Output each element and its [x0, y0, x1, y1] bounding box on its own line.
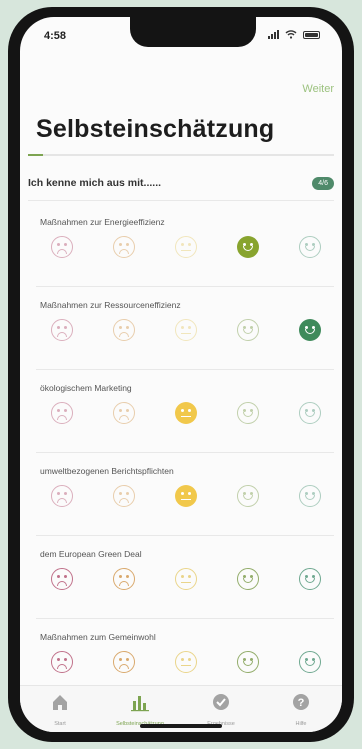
rating-very-bad-icon[interactable] — [51, 402, 73, 424]
rating-row — [28, 568, 334, 598]
svg-text:?: ? — [298, 697, 305, 709]
divider — [36, 535, 334, 536]
question-label: ökologischem Marketing — [40, 383, 132, 393]
rating-row — [28, 319, 334, 349]
rating-good-icon[interactable] — [237, 319, 259, 341]
rating-very-good-icon[interactable] — [299, 485, 321, 507]
rating-neutral-icon[interactable] — [175, 319, 197, 341]
progress-bar — [28, 154, 334, 156]
rating-neutral-icon[interactable] — [175, 485, 197, 507]
question-label: dem European Green Deal — [40, 549, 142, 559]
rating-very-good-icon[interactable] — [299, 402, 321, 424]
rating-good-icon[interactable] — [237, 236, 259, 258]
divider — [36, 618, 334, 619]
home-icon — [53, 695, 67, 710]
status-time: 4:58 — [44, 30, 67, 42]
rating-very-good-icon[interactable] — [299, 236, 321, 258]
rating-neutral-icon[interactable] — [175, 651, 197, 673]
rating-bad-icon[interactable] — [113, 319, 135, 341]
divider — [28, 200, 334, 201]
tab-hilfe[interactable]: ? Hilfe — [261, 692, 341, 727]
rating-good-icon[interactable] — [237, 651, 259, 673]
question-item: umweltbezogenen Berichtspflichten — [28, 466, 334, 550]
rating-good-icon[interactable] — [237, 568, 259, 590]
rating-bad-icon[interactable] — [113, 568, 135, 590]
tab-ergebnisse[interactable]: Ergebnisse — [181, 692, 261, 727]
question-label: Maßnahmen zur Ressourceneffizienz — [40, 300, 181, 310]
question-item: Maßnahmen zur Energieeffizienz — [28, 217, 334, 301]
bar-chart-icon — [131, 696, 149, 712]
page-title: Selbsteinschätzung — [36, 115, 275, 143]
divider — [36, 452, 334, 453]
battery-icon — [303, 30, 320, 39]
rating-neutral-icon[interactable] — [175, 236, 197, 258]
rating-neutral-icon[interactable] — [175, 402, 197, 424]
rating-bad-icon[interactable] — [113, 236, 135, 258]
rating-bad-icon[interactable] — [113, 651, 135, 673]
question-label: Maßnahmen zum Gemeinwohl — [40, 632, 156, 642]
rating-very-good-icon[interactable] — [299, 568, 321, 590]
device-notch — [130, 17, 256, 47]
question-label: umweltbezogenen Berichtspflichten — [40, 466, 174, 476]
rating-very-bad-icon[interactable] — [51, 485, 73, 507]
divider — [36, 369, 334, 370]
rating-very-bad-icon[interactable] — [51, 568, 73, 590]
divider — [36, 286, 334, 287]
tab-label: Hilfe — [295, 721, 307, 727]
progress-fill — [28, 154, 44, 156]
step-badge: 4/6 — [312, 176, 334, 190]
rating-row — [28, 236, 334, 266]
rating-row — [28, 485, 334, 515]
signal-icon — [268, 30, 279, 39]
tab-selbsteinschaetzung[interactable]: Selbsteinschätzung — [100, 692, 180, 727]
rating-bad-icon[interactable] — [113, 402, 135, 424]
question-label: Maßnahmen zur Energieeffizienz — [40, 217, 165, 227]
check-circle-icon — [213, 694, 229, 710]
question-item: Maßnahmen zur Ressourceneffizienz — [28, 300, 334, 384]
rating-very-bad-icon[interactable] — [51, 236, 73, 258]
rating-row — [28, 402, 334, 432]
phone-frame: 4:58 Weiter Selbsteinschätzung Ich kenne… — [8, 7, 354, 742]
wifi-icon — [285, 30, 297, 39]
section-heading: Ich kenne mich aus mit...... — [28, 177, 162, 189]
rating-very-bad-icon[interactable] — [51, 319, 73, 341]
section-header: Ich kenne mich aus mit...... 4/6 — [28, 169, 334, 197]
status-icons — [268, 30, 320, 39]
rating-row — [28, 651, 334, 681]
question-item: dem European Green Deal — [28, 549, 334, 633]
rating-good-icon[interactable] — [237, 402, 259, 424]
tab-label: Start — [54, 721, 66, 727]
rating-very-bad-icon[interactable] — [51, 651, 73, 673]
rating-bad-icon[interactable] — [113, 485, 135, 507]
app-screen: 4:58 Weiter Selbsteinschätzung Ich kenne… — [20, 17, 342, 732]
rating-very-good-icon[interactable] — [299, 651, 321, 673]
tab-start[interactable]: Start — [20, 692, 100, 727]
home-indicator — [140, 724, 222, 728]
rating-good-icon[interactable] — [237, 485, 259, 507]
rating-very-good-icon[interactable] — [299, 319, 321, 341]
rating-neutral-icon[interactable] — [175, 568, 197, 590]
help-icon: ? — [293, 694, 309, 710]
question-item: ökologischem Marketing — [28, 383, 334, 467]
weiter-button[interactable]: Weiter — [302, 83, 334, 95]
tab-bar: Start Selbsteinschätzung Ergebnisse — [20, 685, 342, 732]
